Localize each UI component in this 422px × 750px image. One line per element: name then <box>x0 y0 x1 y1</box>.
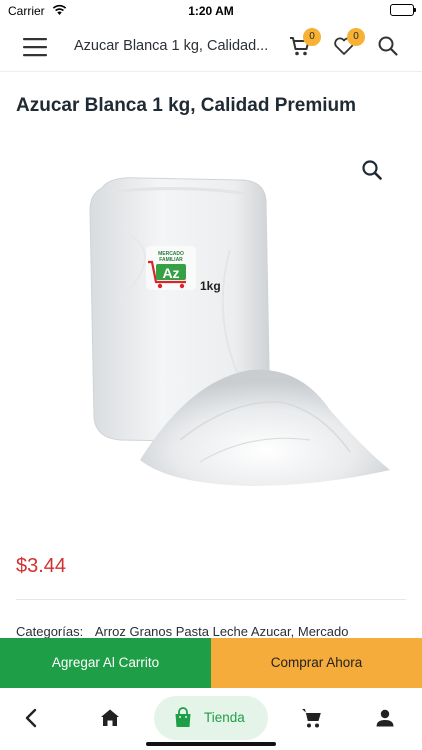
home-indicator <box>146 742 276 746</box>
status-time: 1:20 AM <box>188 4 234 18</box>
profile-icon <box>376 709 394 727</box>
header-cart-button[interactable]: 0 <box>288 28 321 60</box>
logo-weight: 1kg <box>200 279 221 293</box>
product-categories: Categorías: Arroz Granos Pasta Leche Azu… <box>16 624 422 639</box>
header-wishlist-button[interactable]: 0 <box>332 28 365 60</box>
nav-home-button[interactable] <box>98 706 122 730</box>
product-price: $3.44 <box>16 555 67 577</box>
logo-brand: Az <box>162 265 179 281</box>
bottom-navigation: Tienda <box>0 688 422 750</box>
logo-line2: FAMILIAR <box>159 257 183 263</box>
add-to-cart-button[interactable]: Agregar Al Carrito <box>0 638 211 688</box>
buy-now-button[interactable]: Comprar Ahora <box>211 638 422 688</box>
status-bar: Carrier 1:20 AM <box>0 0 422 22</box>
app-header: Azucar Blanca 1 kg, Calidad... 0 0 <box>0 22 422 72</box>
divider <box>16 599 406 600</box>
back-icon <box>25 708 37 728</box>
nav-back-button[interactable] <box>20 706 44 730</box>
nav-cart-button[interactable] <box>300 706 324 730</box>
menu-button[interactable] <box>22 36 48 58</box>
search-icon <box>378 36 398 56</box>
menu-icon <box>23 38 47 57</box>
wishlist-count-badge: 0 <box>347 28 365 46</box>
store-icon <box>175 707 191 727</box>
categories-label: Categorías: <box>16 624 84 639</box>
nav-store-button[interactable]: Tienda <box>154 696 268 740</box>
header-search-button[interactable] <box>376 34 400 58</box>
nav-store-label: Tienda <box>204 710 245 725</box>
header-title: Azucar Blanca 1 kg, Calidad... <box>74 38 269 54</box>
product-image[interactable]: MERCADO FAMILIAR Az 1kg <box>80 170 400 520</box>
battery-icon <box>390 4 416 16</box>
product-title: Azucar Blanca 1 kg, Calidad Premium <box>16 95 357 116</box>
cart-count-badge: 0 <box>303 28 321 46</box>
categories-links[interactable]: Arroz Granos Pasta Leche Azucar, Mercado <box>95 624 349 639</box>
nav-profile-button[interactable] <box>373 706 397 730</box>
home-icon <box>101 709 119 726</box>
cart-icon <box>302 709 321 728</box>
